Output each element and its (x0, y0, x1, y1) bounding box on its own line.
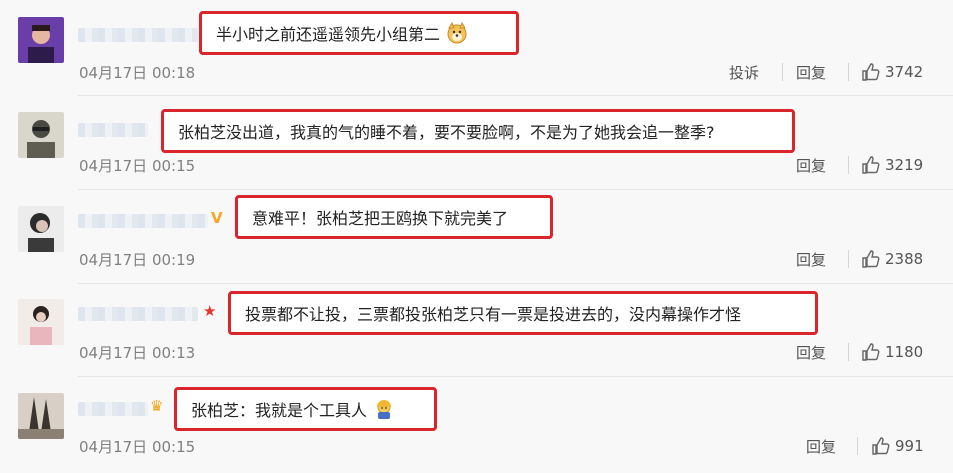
like-count: 3742 (885, 63, 924, 81)
action-divider (782, 63, 783, 81)
like-button[interactable]: 3219 (861, 155, 923, 175)
reply-button[interactable]: 回复 (796, 62, 826, 83)
comment-divider (78, 376, 953, 377)
reply-button[interactable]: 回复 (796, 155, 826, 176)
comment-text-highlight: 意难平！张柏芝把王鸥换下就完美了 (235, 195, 553, 239)
action-divider (848, 156, 849, 174)
avatar[interactable] (18, 112, 64, 158)
thumbs-up-icon (862, 63, 880, 81)
comment-time: 04月17日 00:15 (79, 438, 196, 456)
reply-button[interactable]: 回复 (796, 249, 826, 270)
comment-divider (78, 95, 953, 96)
comment-divider (78, 283, 953, 284)
avatar[interactable] (18, 393, 64, 439)
like-button[interactable]: 1180 (861, 342, 923, 362)
like-button[interactable]: 2388 (861, 249, 923, 269)
comment-text: 投票都不让投，三票都投张柏芝只有一票是投进去的，没内幕操作才怪 (245, 305, 742, 324)
username-blurred[interactable] (78, 28, 198, 42)
like-button[interactable]: 3742 (861, 62, 923, 82)
doge-emoji-icon (446, 21, 468, 44)
avatar[interactable] (18, 206, 64, 252)
like-count: 1180 (885, 343, 924, 361)
thumbs-up-icon (862, 343, 880, 361)
like-count: 3219 (885, 156, 924, 174)
thumbs-up-icon (872, 437, 890, 455)
star-badge-icon: ★ (203, 302, 217, 320)
comment-text: 意难平！张柏芝把王鸥换下就完美了 (252, 209, 509, 228)
comment-time: 04月17日 00:13 (79, 344, 196, 362)
comment-text: 张柏芝没出道，我真的气的睡不着，要不要脸啊，不是为了她我会追一整季? (178, 123, 715, 142)
comment-text: 半小时之前还遥遥领先小组第二 (216, 25, 441, 44)
comment-text: 张柏芝：我就是个工具人 (191, 401, 368, 420)
action-divider (848, 343, 849, 361)
crown-badge-icon: ♛ (150, 397, 164, 415)
action-divider (857, 437, 858, 455)
username-blurred[interactable] (78, 123, 148, 137)
comment-text-highlight: 张柏芝：我就是个工具人 (174, 387, 437, 431)
thumbs-up-icon (862, 250, 880, 268)
comment-time: 04月17日 00:18 (79, 64, 196, 82)
like-count: 2388 (885, 250, 924, 268)
username-blurred[interactable] (78, 214, 208, 228)
reply-button[interactable]: 回复 (806, 436, 836, 457)
action-divider (848, 63, 849, 81)
reply-button[interactable]: 回复 (796, 342, 826, 363)
avatar[interactable] (18, 17, 64, 63)
comment-text-highlight: 投票都不让投，三票都投张柏芝只有一票是投进去的，没内幕操作才怪 (228, 291, 818, 335)
report-button[interactable]: 投诉 (729, 62, 759, 83)
comment-time: 04月17日 00:19 (79, 251, 196, 269)
comment-time: 04月17日 00:15 (79, 157, 196, 175)
username-blurred[interactable] (78, 307, 198, 321)
like-button[interactable]: 991 (871, 436, 924, 456)
comment-text-highlight: 半小时之前还遥遥领先小组第二 (199, 11, 519, 55)
avatar[interactable] (18, 299, 64, 345)
like-count: 991 (895, 437, 924, 455)
thumbs-up-icon (862, 156, 880, 174)
comment-text-highlight: 张柏芝没出道，我真的气的睡不着，要不要脸啊，不是为了她我会追一整季? (161, 109, 795, 153)
username-blurred[interactable] (78, 402, 148, 416)
worker-emoji-icon (373, 398, 395, 420)
comment-divider (78, 189, 953, 190)
action-divider (848, 250, 849, 268)
vip-badge-icon: V (211, 209, 223, 227)
